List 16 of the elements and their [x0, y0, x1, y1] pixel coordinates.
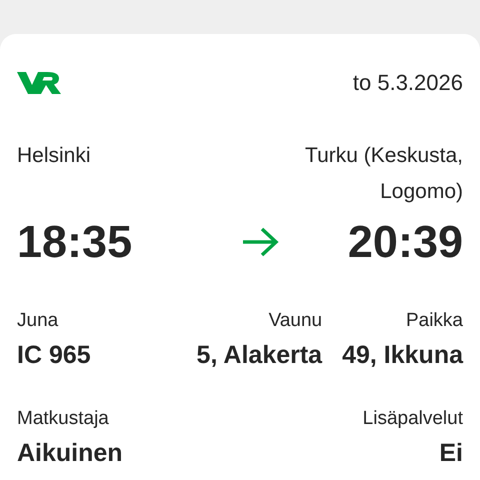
detail-value: 5, Alakerta [196, 340, 322, 371]
detail-label: Lisäpalvelut [362, 407, 463, 431]
detail-value: 49, Ikkuna [342, 340, 463, 371]
departure-time: 18:35 [17, 215, 132, 269]
arrival-time: 20:39 [348, 215, 463, 269]
detail-label: Paikka [406, 309, 463, 333]
detail-label: Matkustaja [17, 407, 109, 431]
destination-station: Turku (Keskusta, Logomo) [304, 143, 463, 205]
detail-value: IC 965 [17, 340, 91, 371]
arrow-right-icon [241, 227, 279, 257]
origin-station: Helsinki [17, 143, 91, 169]
detail-value: Ei [439, 438, 463, 469]
detail-label: Juna [17, 309, 58, 333]
travel-date: to 5.3.2026 [352, 70, 463, 96]
detail-label: Vaunu [268, 309, 322, 333]
detail-value: Aikuinen [17, 438, 123, 469]
